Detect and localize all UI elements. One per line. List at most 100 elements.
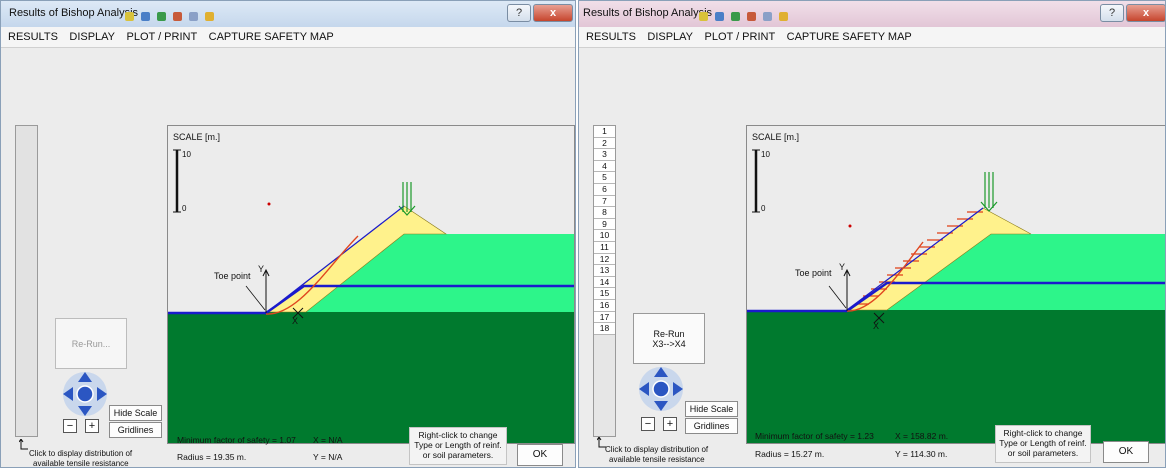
menu-capture-safety-map[interactable]: CAPTURE SAFETY MAP [787, 31, 912, 43]
y-coordinate: Y = N/A [313, 452, 343, 462]
rerun-label: Re-Run [653, 328, 685, 339]
slope-drawing [747, 126, 1165, 443]
note-line-1: Right-click to change [418, 430, 498, 440]
toolbar-icon[interactable] [157, 12, 166, 21]
ok-button[interactable]: OK [1103, 441, 1149, 463]
title-toolbar-icons [699, 8, 829, 21]
center-view-icon [652, 380, 670, 398]
gridlines-button[interactable]: Gridlines [685, 418, 738, 434]
toolbar-icon[interactable] [141, 12, 150, 21]
zoom-out-button[interactable]: − [641, 417, 655, 431]
center-view-icon [76, 385, 94, 403]
hint-line-1: Click to display distribution of [29, 449, 133, 458]
layer-item[interactable]: 8 [594, 207, 615, 219]
layer-item[interactable]: 3 [594, 149, 615, 161]
gridlines-button[interactable]: Gridlines [109, 422, 162, 438]
ok-button[interactable]: OK [517, 444, 563, 466]
layer-item[interactable]: 1 [594, 126, 615, 138]
hint-line-2: available tensile resistance [609, 455, 705, 464]
menu-capture-safety-map[interactable]: CAPTURE SAFETY MAP [209, 31, 334, 43]
x-coordinate: X = 158.82 m. [895, 431, 949, 441]
toolbar-icon[interactable] [779, 12, 788, 21]
layer-item[interactable]: 16 [594, 299, 615, 312]
layer-item[interactable]: 9 [594, 218, 615, 231]
layer-item[interactable]: 4 [594, 160, 615, 173]
help-button[interactable]: ? [507, 4, 531, 22]
x-axis-label: X [873, 321, 880, 331]
toolbar-icon[interactable] [731, 12, 740, 21]
note-line-1: Right-click to change [1003, 428, 1083, 438]
rerun-button[interactable]: Re-Run... [55, 318, 127, 369]
toolbar-icon[interactable] [173, 12, 182, 21]
layer-item[interactable]: 6 [594, 183, 615, 196]
layer-item[interactable]: 5 [594, 172, 615, 184]
layer-item[interactable]: 18 [594, 323, 615, 335]
layer-item[interactable]: 15 [594, 288, 615, 300]
hide-scale-button[interactable]: Hide Scale [109, 405, 162, 421]
menu-display[interactable]: DISPLAY [647, 31, 693, 43]
window-title: Results of Bishop Analysis [583, 7, 713, 19]
tensile-distribution-bar[interactable] [15, 125, 38, 437]
note-line-2: Type or Length of reinf. [999, 438, 1087, 448]
note-line-3: or soil parameters. [422, 450, 494, 460]
radius-value: Radius = 15.27 m. [755, 449, 825, 459]
pan-navigation-control[interactable] [61, 370, 109, 418]
center-point [848, 224, 852, 228]
zoom-in-button[interactable]: + [663, 417, 677, 431]
close-button[interactable]: x [1126, 4, 1165, 22]
center-point [267, 202, 271, 206]
menu-bar: RESULTS DISPLAY PLOT / PRINT CAPTURE SAF… [1, 27, 575, 48]
title-bar[interactable]: Results of Bishop Analysis ? x [1, 1, 575, 27]
zoom-in-button[interactable]: + [85, 419, 99, 433]
slope-plot[interactable]: SCALE [m.] 10 0 Toe point Y X [746, 125, 1165, 444]
toe-point-label: Toe point [214, 271, 251, 281]
rerun-button[interactable]: Re-Run X3-->X4 [633, 313, 705, 364]
scale-bottom-value: 0 [182, 204, 187, 213]
title-bar[interactable]: Results of Bishop Analysis ? x [579, 1, 1165, 27]
bishop-results-window-1: Results of Bishop Analysis ? x RESULTS D… [0, 0, 576, 468]
toolbar-icon[interactable] [699, 12, 708, 21]
zoom-out-button[interactable]: − [63, 419, 77, 433]
toolbar-icon[interactable] [747, 12, 756, 21]
menu-bar: RESULTS DISPLAY PLOT / PRINT CAPTURE SAF… [579, 27, 1165, 48]
layer-item[interactable]: 17 [594, 311, 615, 324]
toolbar-icon[interactable] [125, 12, 134, 21]
x-axis-label: X [292, 316, 299, 326]
foundation-soil [747, 310, 1165, 443]
help-button[interactable]: ? [1100, 4, 1124, 22]
layer-item[interactable]: 14 [594, 276, 615, 289]
hide-scale-button[interactable]: Hide Scale [685, 401, 738, 417]
pan-navigation-control[interactable] [637, 365, 685, 413]
scale-label: SCALE [m.] [173, 132, 221, 142]
scale-top-value: 10 [182, 150, 191, 159]
corner-arrow-icon [19, 439, 28, 450]
layer-item[interactable]: 12 [594, 253, 615, 266]
close-button[interactable]: x [533, 4, 573, 22]
slope-plot[interactable]: SCALE [m.] 10 0 Toe point Y X [167, 125, 575, 444]
toolbar-icon[interactable] [205, 12, 214, 21]
layer-item[interactable]: 13 [594, 265, 615, 277]
y-coordinate: Y = 114.30 m. [895, 449, 948, 459]
toolbar-icon[interactable] [189, 12, 198, 21]
menu-results[interactable]: RESULTS [586, 31, 636, 43]
reinforcement-layer-list[interactable]: 1 2 3 4 5 6 7 8 9 10 11 12 13 14 15 16 1… [593, 125, 616, 437]
bishop-results-window-2: Results of Bishop Analysis ? x RESULTS D… [578, 0, 1166, 468]
title-toolbar-icons [125, 8, 255, 21]
layer-item[interactable]: 2 [594, 137, 615, 150]
layer-item[interactable]: 10 [594, 230, 615, 242]
hint-line-1: Click to display distribution of [605, 445, 709, 454]
layer-item[interactable]: 11 [594, 241, 615, 254]
menu-plot-print[interactable]: PLOT / PRINT [704, 31, 775, 43]
right-click-note: Right-click to change Type or Length of … [409, 427, 507, 465]
tensile-hint[interactable]: Click to display distribution of availab… [29, 449, 133, 467]
tensile-hint[interactable]: Click to display distribution of availab… [605, 445, 708, 465]
toolbar-icon[interactable] [763, 12, 772, 21]
menu-results[interactable]: RESULTS [8, 31, 58, 43]
x-coordinate: X = N/A [313, 435, 343, 445]
menu-display[interactable]: DISPLAY [69, 31, 115, 43]
toolbar-icon[interactable] [715, 12, 724, 21]
y-axis-label: Y [258, 264, 265, 274]
layer-item[interactable]: 7 [594, 195, 615, 208]
menu-plot-print[interactable]: PLOT / PRINT [126, 31, 197, 43]
scale-label: SCALE [m.] [752, 132, 800, 142]
